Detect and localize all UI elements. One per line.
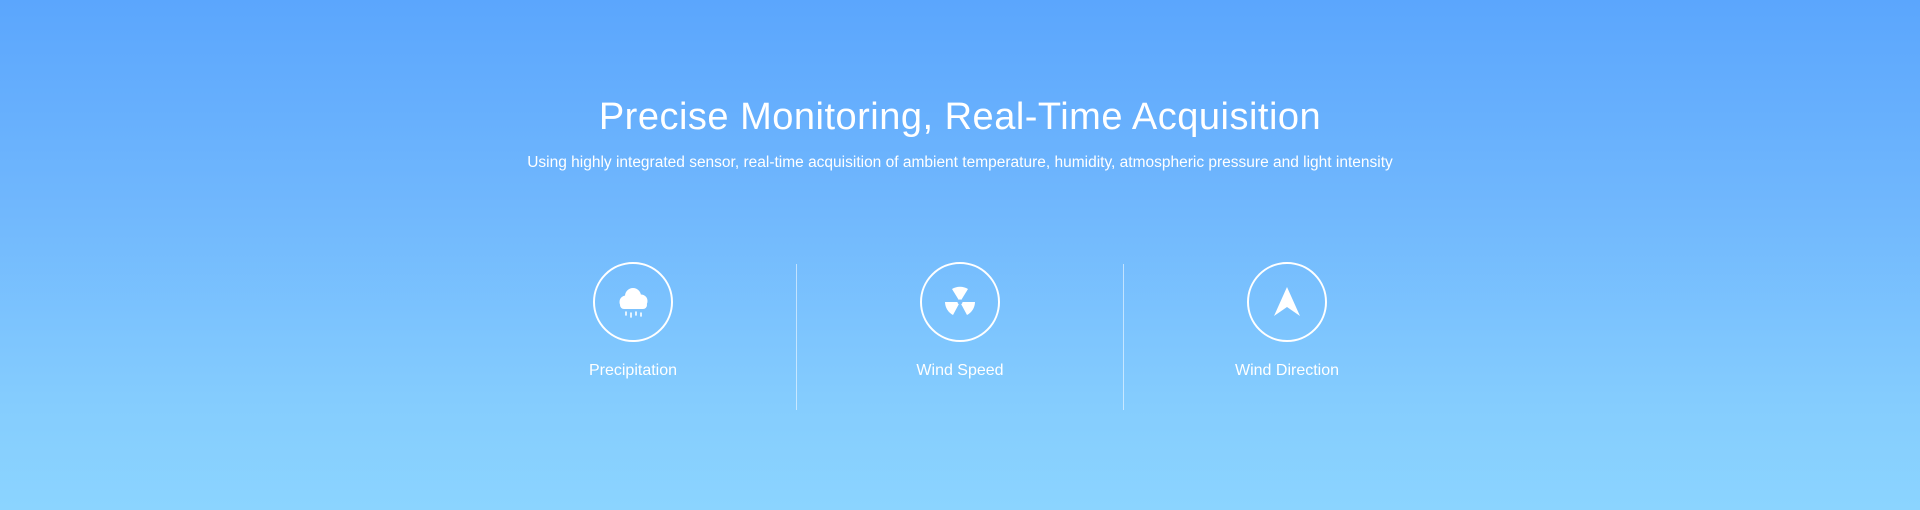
- feature-icon-circle: [1247, 262, 1327, 342]
- rain-cloud-icon: [619, 288, 648, 318]
- feature-wind-direction: Wind Direction: [1187, 262, 1387, 382]
- hero-section: Precise Monitoring, Real-Time Acquisitio…: [0, 0, 1920, 510]
- feature-icon-circle: [593, 262, 673, 342]
- page-subtitle: Using highly integrated sensor, real-tim…: [527, 154, 1393, 171]
- feature-icon-circle: [920, 262, 1000, 342]
- feature-label: Precipitation: [588, 362, 678, 379]
- divider: [1123, 264, 1124, 410]
- feature-wind-speed: Wind Speed: [860, 262, 1060, 382]
- navigation-arrow-icon: [1274, 287, 1300, 316]
- feature-precipitation: Precipitation: [533, 262, 733, 382]
- page-title: Precise Monitoring, Real-Time Acquisitio…: [598, 96, 1322, 138]
- divider: [796, 264, 797, 410]
- feature-label: Wind Direction: [1234, 362, 1340, 379]
- feature-list: Precipitation Wind Speed Wind Direction: [0, 262, 1920, 412]
- feature-label: Wind Speed: [916, 362, 1004, 379]
- fan-icon: [945, 286, 975, 315]
